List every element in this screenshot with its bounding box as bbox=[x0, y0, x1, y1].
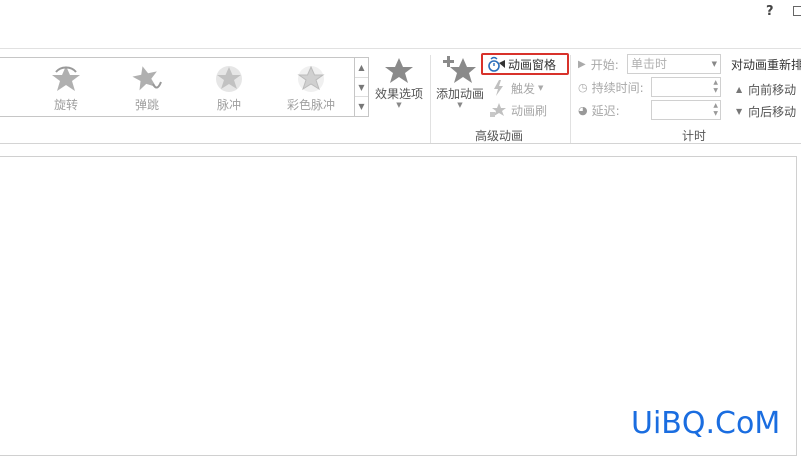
advanced-animation-group-label: 高级动画 bbox=[475, 129, 524, 143]
help-button[interactable]: ? bbox=[766, 4, 774, 19]
gallery-scroll-down-icon[interactable]: ▼ bbox=[355, 77, 368, 97]
effect-options-star-icon bbox=[385, 58, 413, 83]
spin-down-icon[interactable]: ▼ bbox=[713, 110, 718, 118]
pulse-star-icon bbox=[216, 66, 242, 92]
effect-options-button[interactable]: 效果选项 ▼ bbox=[372, 57, 426, 109]
gallery-item-label: 弹跳 bbox=[134, 98, 159, 112]
animation-effects-gallery: 旋转 弹跳 脉冲 彩色脉冲 ▲ ▼ ▼ bbox=[0, 57, 369, 117]
duration-label: 持续时间: bbox=[591, 80, 644, 95]
animation-painter-icon bbox=[490, 103, 506, 117]
duration-row-label: ◷ 持续时间: bbox=[578, 77, 644, 97]
delay-row-label: ◕ 延迟: bbox=[578, 100, 620, 120]
gallery-item-bounce[interactable]: 弹跳 bbox=[107, 60, 187, 114]
gallery-item-spin[interactable]: 旋转 bbox=[26, 60, 106, 114]
duration-input[interactable]: ▲ ▼ bbox=[651, 77, 721, 97]
gallery-item-label: 脉冲 bbox=[216, 98, 241, 112]
chevron-down-icon: ▼ bbox=[711, 60, 717, 68]
effect-options-label: 效果选项 bbox=[374, 87, 423, 101]
animation-pane-button[interactable]: 动画窗格 bbox=[481, 53, 569, 75]
restore-window-icon[interactable] bbox=[793, 6, 801, 16]
color-pulse-star-icon bbox=[297, 65, 325, 92]
gallery-scroll-up-icon[interactable]: ▲ bbox=[355, 58, 368, 77]
timing-group-label: 计时 bbox=[682, 129, 707, 143]
triangle-up-icon: ▲ bbox=[736, 84, 743, 94]
start-select-value: 单击时 bbox=[631, 57, 668, 71]
delay-label: 延迟: bbox=[591, 103, 620, 118]
clock-icon: ◷ bbox=[578, 80, 588, 94]
triangle-down-icon: ▼ bbox=[736, 106, 743, 116]
move-later-button[interactable]: ▼ 向后移动 bbox=[736, 101, 796, 121]
animation-pane-label: 动画窗格 bbox=[508, 57, 557, 72]
reorder-title: 对动画重新排 bbox=[731, 58, 801, 72]
move-earlier-label: 向前移动 bbox=[748, 82, 797, 97]
title-bar: ? bbox=[0, 0, 801, 30]
chevron-down-icon: ▼ bbox=[396, 101, 402, 109]
start-label: 开始: bbox=[590, 57, 619, 72]
chevron-down-icon: ▼ bbox=[457, 101, 463, 109]
start-row-label: ▶ 开始: bbox=[578, 54, 619, 74]
add-animation-star-icon bbox=[443, 56, 476, 83]
add-animation-label: 添加动画 bbox=[435, 87, 484, 101]
move-earlier-button[interactable]: ▲ 向前移动 bbox=[736, 79, 796, 99]
add-animation-button[interactable]: 添加动画 ▼ bbox=[434, 55, 486, 109]
gallery-more-icon[interactable]: ▼ bbox=[355, 96, 368, 116]
trigger-button[interactable]: 触发 ▼ bbox=[490, 78, 543, 98]
move-later-label: 向后移动 bbox=[748, 104, 797, 119]
bounce-star-icon bbox=[132, 66, 162, 91]
watermark-text: UiBQ.CoM bbox=[631, 406, 781, 441]
spin-up-icon[interactable]: ▲ bbox=[713, 79, 718, 87]
group-separator bbox=[430, 55, 431, 143]
delay-clock-icon: ◕ bbox=[578, 103, 588, 117]
play-icon: ▶ bbox=[578, 58, 586, 70]
group-separator bbox=[570, 55, 571, 143]
gallery-item-color-pulse[interactable]: 彩色脉冲 bbox=[271, 60, 351, 114]
gallery-item-pulse[interactable]: 脉冲 bbox=[189, 60, 269, 114]
spin-down-icon[interactable]: ▼ bbox=[713, 87, 718, 95]
start-select[interactable]: 单击时 ▼ bbox=[627, 54, 721, 74]
delay-input[interactable]: ▲ ▼ bbox=[651, 100, 721, 120]
animation-painter-button[interactable]: 动画刷 bbox=[490, 100, 547, 120]
trigger-label: 触发 bbox=[511, 81, 536, 96]
gallery-item-label: 旋转 bbox=[53, 98, 78, 112]
gallery-scrollbar: ▲ ▼ ▼ bbox=[354, 58, 368, 116]
gallery-item-label: 彩色脉冲 bbox=[286, 98, 335, 112]
animations-ribbon: 旋转 弹跳 脉冲 彩色脉冲 ▲ ▼ ▼ 效果选项 ▼ 添加动画 ▼ 动画窗格 触… bbox=[0, 48, 801, 187]
chevron-down-icon: ▼ bbox=[538, 84, 544, 92]
animation-painter-label: 动画刷 bbox=[511, 103, 548, 118]
spin-star-icon bbox=[52, 66, 80, 91]
lightning-icon bbox=[494, 80, 503, 96]
animation-pane-icon bbox=[488, 56, 505, 72]
spin-up-icon[interactable]: ▲ bbox=[713, 102, 718, 110]
